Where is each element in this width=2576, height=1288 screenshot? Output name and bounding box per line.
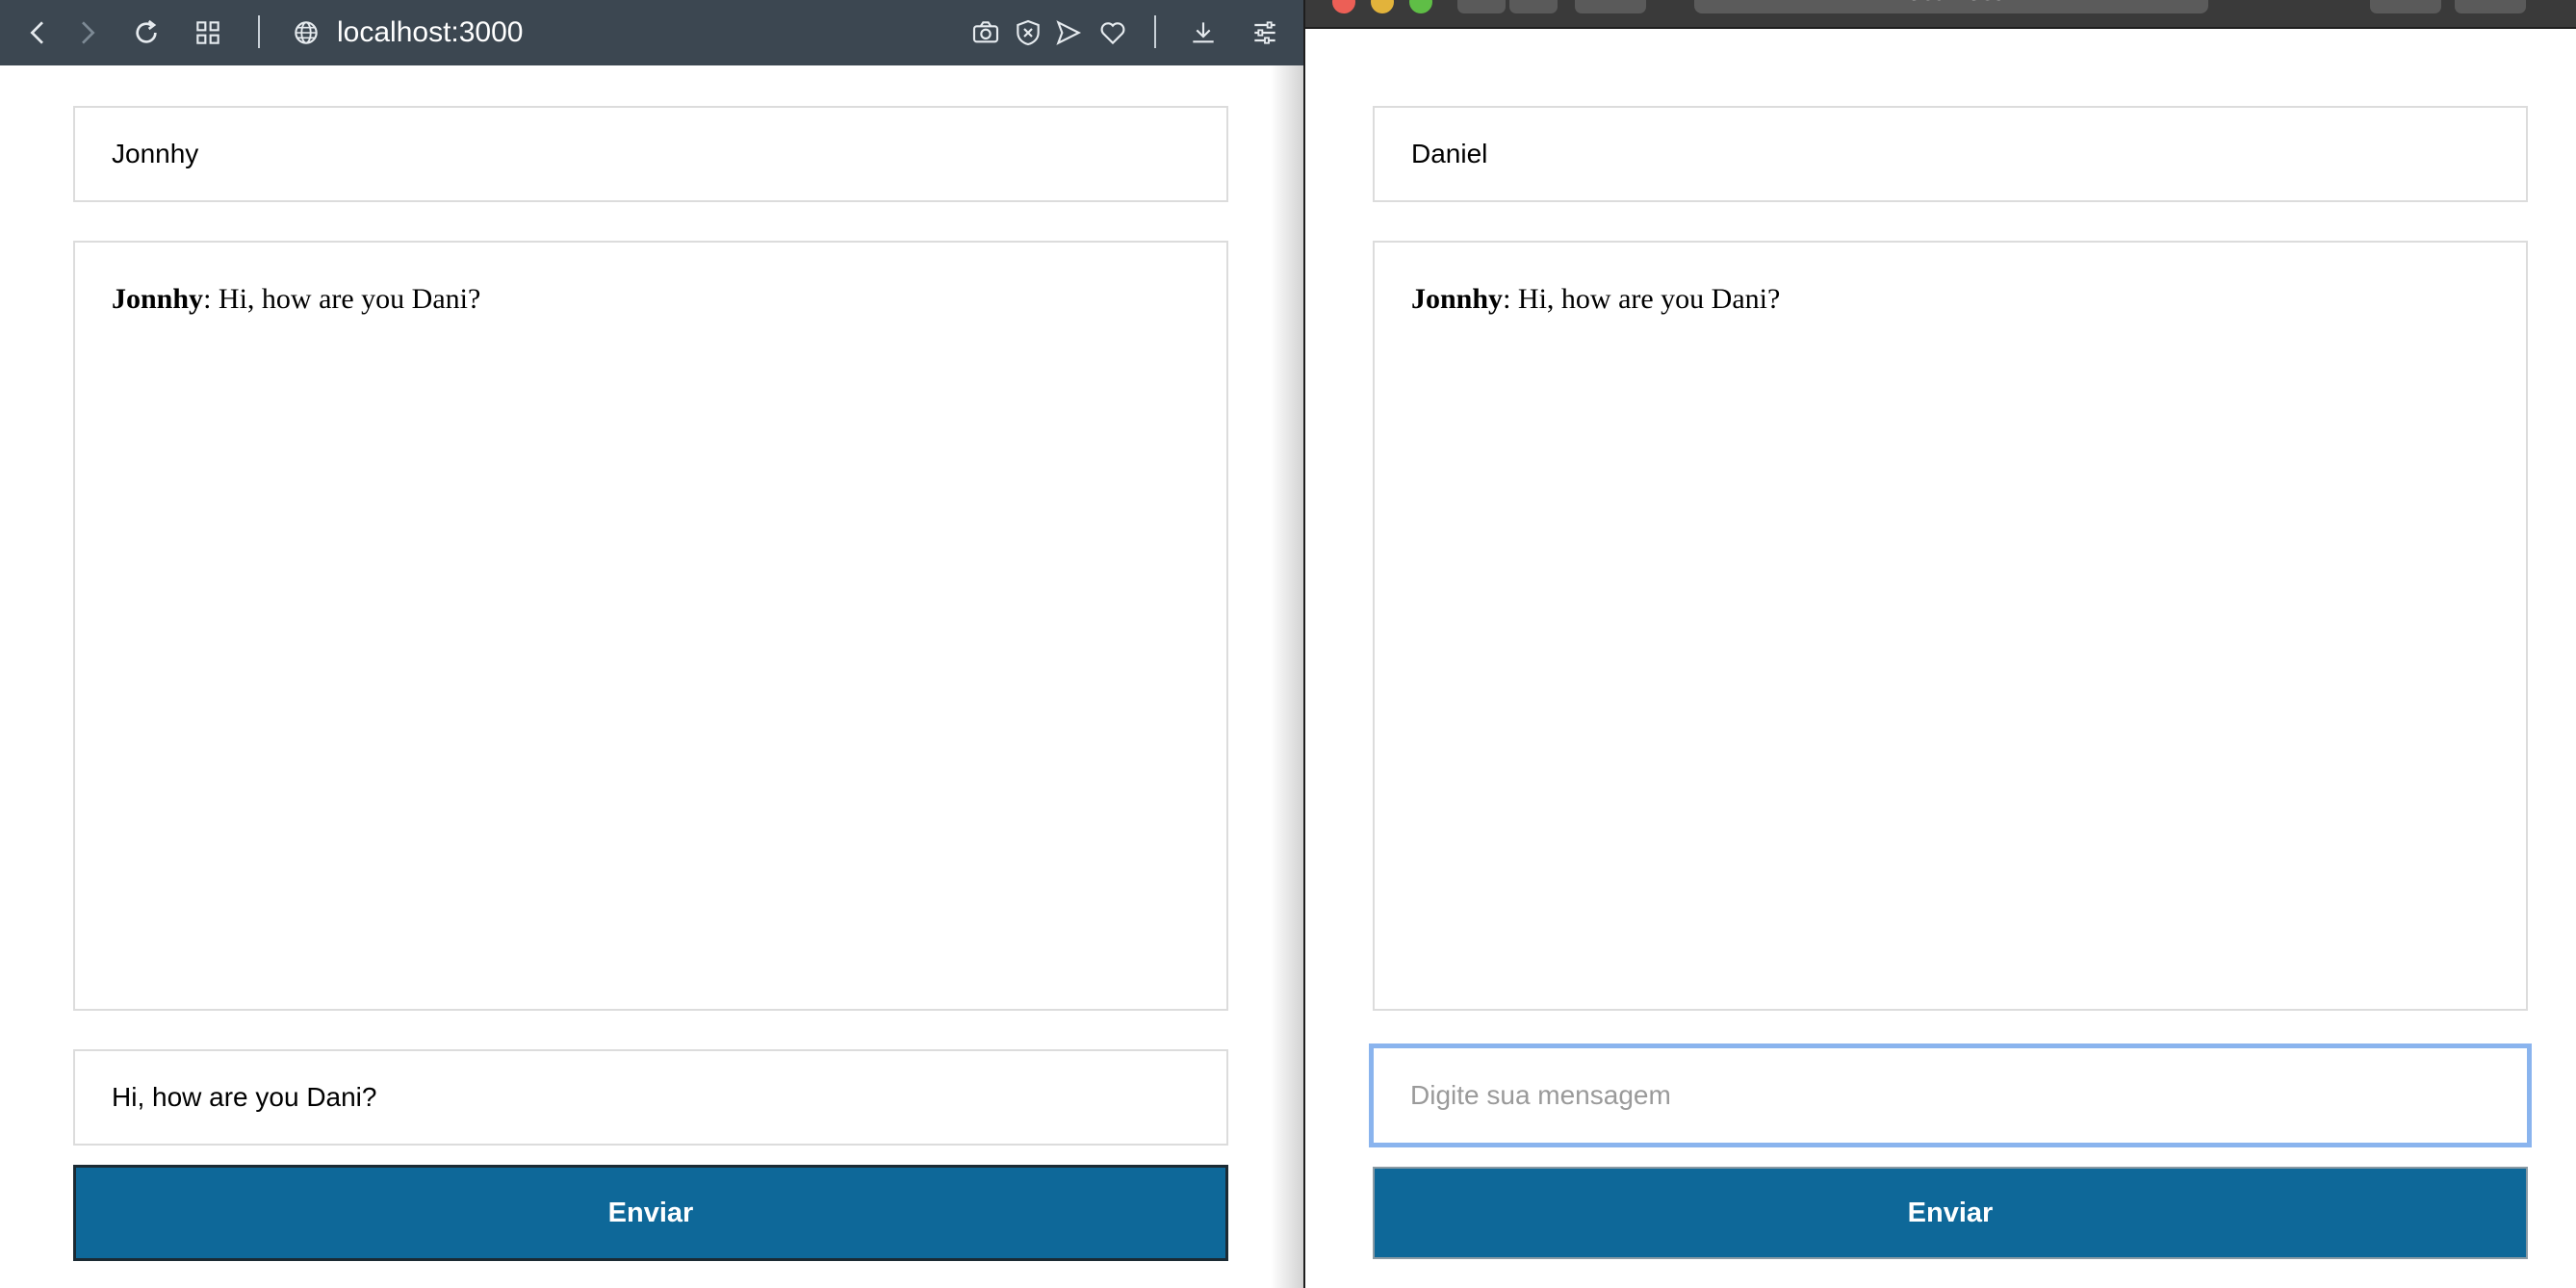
settings-icon[interactable]	[1246, 13, 1284, 52]
share-icon[interactable]	[2370, 0, 2441, 13]
address-text: localhost	[1694, 0, 2208, 7]
send-button-label: Enviar	[607, 1197, 694, 1228]
zoom-window-icon[interactable]	[1409, 0, 1432, 13]
message-input-value: Hi, how are you Dani?	[112, 1082, 377, 1112]
message-author: Jonnhy	[112, 283, 204, 315]
message-input[interactable]: Hi, how are you Dani?	[73, 1049, 1228, 1146]
reload-icon[interactable]	[127, 13, 166, 52]
message-text: : Hi, how are you Dani?	[203, 283, 481, 315]
camera-icon[interactable]	[966, 13, 1005, 52]
send-icon[interactable]	[1049, 13, 1088, 52]
send-button[interactable]: Enviar	[1373, 1167, 2528, 1259]
message-input-placeholder: Digite sua mensagem	[1410, 1080, 1671, 1110]
message-item: Jonnhy: Hi, how are you Dani?	[112, 279, 1190, 320]
forward-icon[interactable]	[67, 13, 106, 52]
browser-toolbar: localhost:3000	[0, 0, 1305, 65]
download-icon[interactable]	[1184, 13, 1223, 52]
message-author: Jonnhy	[1411, 283, 1504, 315]
close-window-icon[interactable]	[1332, 0, 1355, 13]
tabs-icon[interactable]	[2455, 0, 2526, 13]
browser-toolbar: localhost	[1305, 0, 2576, 29]
shield-close-icon[interactable]	[1009, 13, 1047, 52]
forward-icon[interactable]	[1509, 0, 1558, 13]
send-button-label: Enviar	[1907, 1197, 1994, 1228]
tabs-grid-icon[interactable]	[189, 13, 227, 52]
message-input[interactable]: Digite sua mensagem	[1369, 1043, 2532, 1147]
heart-icon[interactable]	[1094, 13, 1132, 52]
left-browser-window: localhost:3000 Jonnhy Jonnhy: Hi, how ar…	[0, 0, 1305, 1288]
messages-panel: Jonnhy: Hi, how are you Dani?	[73, 241, 1228, 1011]
toolbar-separator	[258, 15, 260, 48]
address-bar[interactable]: localhost	[1694, 0, 2208, 13]
message-item: Jonnhy: Hi, how are you Dani?	[1411, 279, 2489, 320]
name-input[interactable]: Daniel	[1373, 106, 2528, 202]
back-icon[interactable]	[1457, 0, 1506, 13]
name-input-value: Jonnhy	[112, 139, 199, 168]
address-bar[interactable]: localhost:3000	[337, 13, 523, 52]
window-edge-shadow	[1271, 65, 1305, 1288]
send-button[interactable]: Enviar	[73, 1165, 1228, 1261]
back-icon[interactable]	[19, 13, 58, 52]
message-text: : Hi, how are you Dani?	[1503, 283, 1781, 315]
name-input[interactable]: Jonnhy	[73, 106, 1228, 202]
toolbar-separator	[1154, 15, 1156, 48]
name-input-value: Daniel	[1411, 139, 1488, 168]
messages-panel: Jonnhy: Hi, how are you Dani?	[1373, 241, 2528, 1011]
globe-icon	[287, 13, 325, 52]
right-browser-window: localhost Daniel Jonnhy: Hi, how are you…	[1305, 0, 2576, 1288]
minimize-window-icon[interactable]	[1371, 0, 1394, 13]
sidebar-icon[interactable]	[1575, 0, 1646, 13]
